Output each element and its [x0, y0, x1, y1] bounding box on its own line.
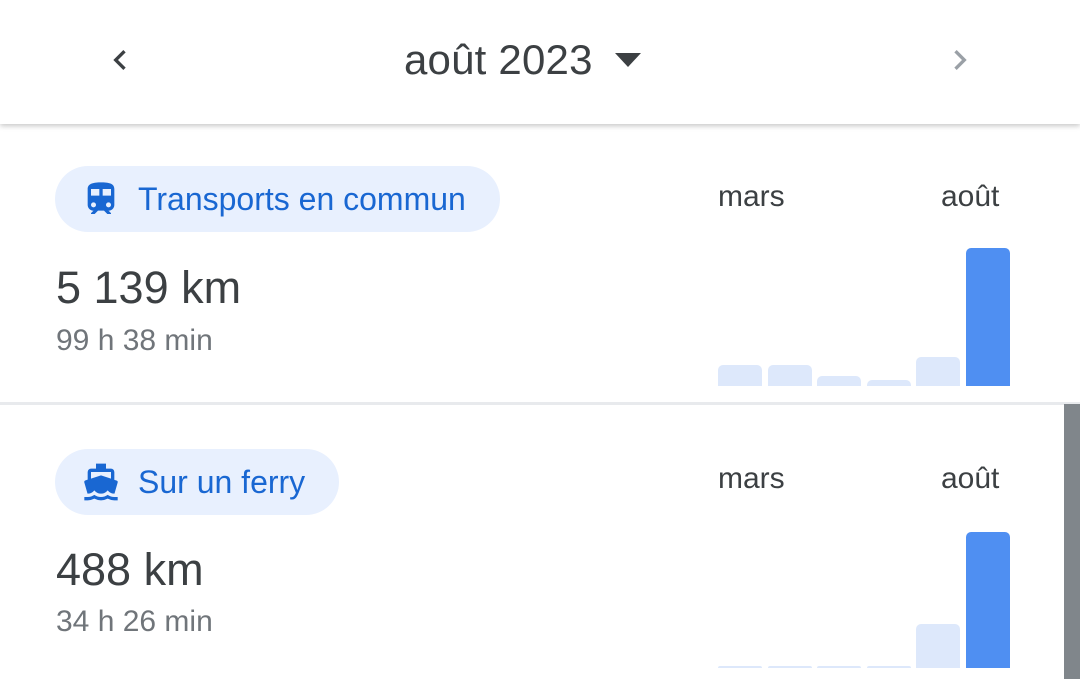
month-bar [866, 380, 911, 386]
month-bar [866, 666, 911, 668]
month-label: août 2023 [404, 36, 593, 83]
month-bar [718, 365, 762, 386]
month-bar [767, 666, 812, 668]
month-bar [965, 248, 1010, 386]
month-bar [718, 666, 762, 668]
activity-label: Sur un ferry [138, 463, 306, 500]
monthly-bar-chart [718, 248, 1010, 386]
next-month-button[interactable] [930, 30, 990, 90]
chart-start-label: mars [718, 180, 785, 213]
chart-end-label: août [941, 180, 1000, 213]
activity-card-transit[interactable]: Transports en commun 5 139 km 99 h 38 mi… [0, 124, 1064, 404]
activity-distance: 5 139 km [56, 262, 242, 313]
activity-chip-transit[interactable]: Transports en commun [55, 166, 500, 232]
month-bar [817, 376, 861, 386]
month-bar [965, 532, 1010, 668]
train-icon [81, 179, 121, 219]
activity-duration: 99 h 38 min [56, 324, 213, 357]
previous-month-button[interactable] [90, 30, 150, 90]
month-selector[interactable]: août 2023 [404, 30, 641, 90]
monthly-bar-chart [718, 532, 1010, 668]
month-bar [817, 666, 861, 668]
month-bar [916, 357, 960, 386]
chart-start-label: mars [718, 462, 785, 495]
activity-chip-ferry[interactable]: Sur un ferry [55, 449, 340, 515]
chevron-right-icon [954, 50, 967, 70]
scrollbar-thumb[interactable] [1064, 404, 1080, 679]
chart-end-label: août [941, 462, 1000, 495]
activity-card-ferry[interactable]: Sur un ferry 488 km 34 h 26 min mars aoû… [0, 405, 1064, 679]
activity-duration: 34 h 26 min [56, 605, 213, 638]
chevron-left-icon [113, 50, 126, 70]
ferry-icon [81, 462, 121, 502]
month-bar [916, 624, 960, 668]
month-header: août 2023 [0, 0, 1080, 124]
arrow-drop-down-icon [614, 53, 641, 67]
activity-label: Transports en commun [138, 180, 466, 217]
month-bar [767, 365, 812, 386]
activity-distance: 488 km [56, 544, 204, 595]
